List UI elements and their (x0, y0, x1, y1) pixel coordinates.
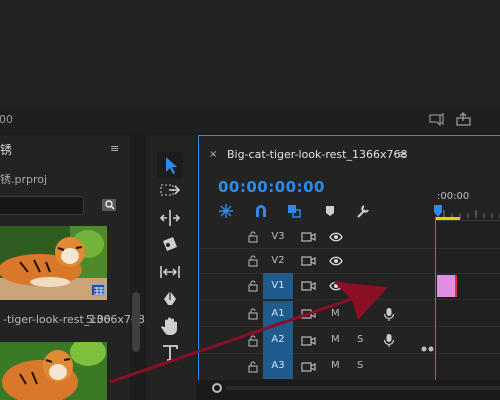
sync-lock-icon[interactable] (301, 308, 317, 320)
track-name-a3[interactable]: A3 (263, 353, 293, 379)
slip-tool-icon[interactable] (157, 259, 183, 285)
ruler-start-time: :00:00 (437, 191, 470, 202)
solo-button-a1[interactable]: S (357, 308, 363, 319)
voice-over-record-icon[interactable] (383, 333, 395, 348)
lock-icon[interactable] (247, 280, 259, 292)
monitor-viewport (0, 0, 500, 108)
sequence-badge-icon (91, 284, 105, 296)
linked-selection-icon[interactable] (286, 203, 302, 219)
track-divider (200, 326, 500, 327)
voice-over-record-icon[interactable] (383, 307, 395, 322)
lock-icon[interactable] (247, 335, 259, 347)
clip-duration: 5:00 (86, 313, 111, 326)
sync-lock-icon[interactable] (301, 231, 317, 243)
playhead-icon[interactable] (434, 205, 442, 217)
track-name-v2[interactable]: V2 (263, 248, 293, 274)
monitor-timecode: 00 (0, 113, 13, 126)
hand-tool-icon[interactable] (157, 313, 183, 339)
track-name-a1[interactable]: A1 (263, 301, 293, 327)
lock-icon[interactable] (247, 231, 259, 243)
timeline-menu-icon[interactable]: ≡ (397, 148, 406, 161)
timeline-horizontal-scrollbar[interactable] (226, 386, 500, 390)
eye-icon[interactable] (329, 281, 343, 291)
track-area[interactable] (436, 221, 500, 381)
sequence-tab-title[interactable]: Big-cat-tiger-look-rest_1366x768 (227, 148, 407, 161)
track-divider (200, 248, 500, 249)
solo-button-a2[interactable]: S (357, 334, 363, 345)
track-name-a2[interactable]: A2 (263, 327, 293, 353)
project-file-name: 锈.prproj (0, 173, 48, 186)
find-icon[interactable] (101, 198, 117, 212)
project-title: 锈 (0, 143, 13, 157)
sync-lock-icon[interactable] (301, 361, 317, 373)
ripple-edit-tool-icon[interactable] (157, 205, 183, 231)
add-marker-icon[interactable] (322, 203, 338, 219)
project-scrollbar[interactable] (132, 292, 140, 352)
lift-icon[interactable] (455, 112, 473, 126)
playhead-line[interactable] (435, 217, 436, 380)
export-frame-icon[interactable] (428, 112, 444, 126)
snap-icon[interactable] (253, 203, 269, 219)
selection-tool-icon[interactable] (157, 152, 183, 178)
nest-sequence-icon[interactable] (218, 203, 234, 219)
pen-tool-icon[interactable] (157, 286, 183, 312)
close-sequence-icon[interactable]: × (209, 149, 217, 160)
track-name-v3[interactable]: V3 (263, 224, 293, 250)
track-divider (200, 353, 500, 354)
clip-name: -tiger-look-rest_1366x768 (3, 313, 145, 326)
track-name-v1[interactable]: V1 (263, 273, 293, 299)
solo-button-a3[interactable]: S (357, 360, 363, 371)
project-menu-icon[interactable]: ≡ (110, 142, 119, 155)
lock-icon[interactable] (247, 361, 259, 373)
eye-icon[interactable] (329, 232, 343, 242)
zoom-scroll-handle[interactable] (212, 383, 222, 393)
lock-icon[interactable] (247, 255, 259, 267)
track-divider (200, 299, 500, 300)
timeline-clip-v1[interactable] (437, 275, 457, 297)
razor-tool-icon[interactable] (157, 232, 183, 258)
timeline-scrollbar-area (198, 380, 500, 400)
timeline-settings-icon[interactable] (355, 203, 371, 219)
lock-icon[interactable] (247, 308, 259, 320)
track-divider (200, 273, 500, 274)
mute-button-a1[interactable]: M (331, 308, 340, 319)
clip-thumbnail[interactable] (0, 342, 107, 400)
eye-icon[interactable] (329, 256, 343, 266)
sync-lock-icon[interactable] (301, 280, 317, 292)
track-height-handle-icon[interactable] (420, 345, 436, 353)
mute-button-a3[interactable]: M (331, 360, 340, 371)
track-select-tool-icon[interactable] (157, 178, 183, 204)
project-search-input[interactable] (0, 196, 84, 215)
sync-lock-icon[interactable] (301, 255, 317, 267)
type-tool-icon[interactable] (157, 340, 183, 366)
playhead-timecode[interactable]: 00:00:00:00 (218, 178, 325, 196)
sync-lock-icon[interactable] (301, 335, 317, 347)
mute-button-a2[interactable]: M (331, 334, 340, 345)
